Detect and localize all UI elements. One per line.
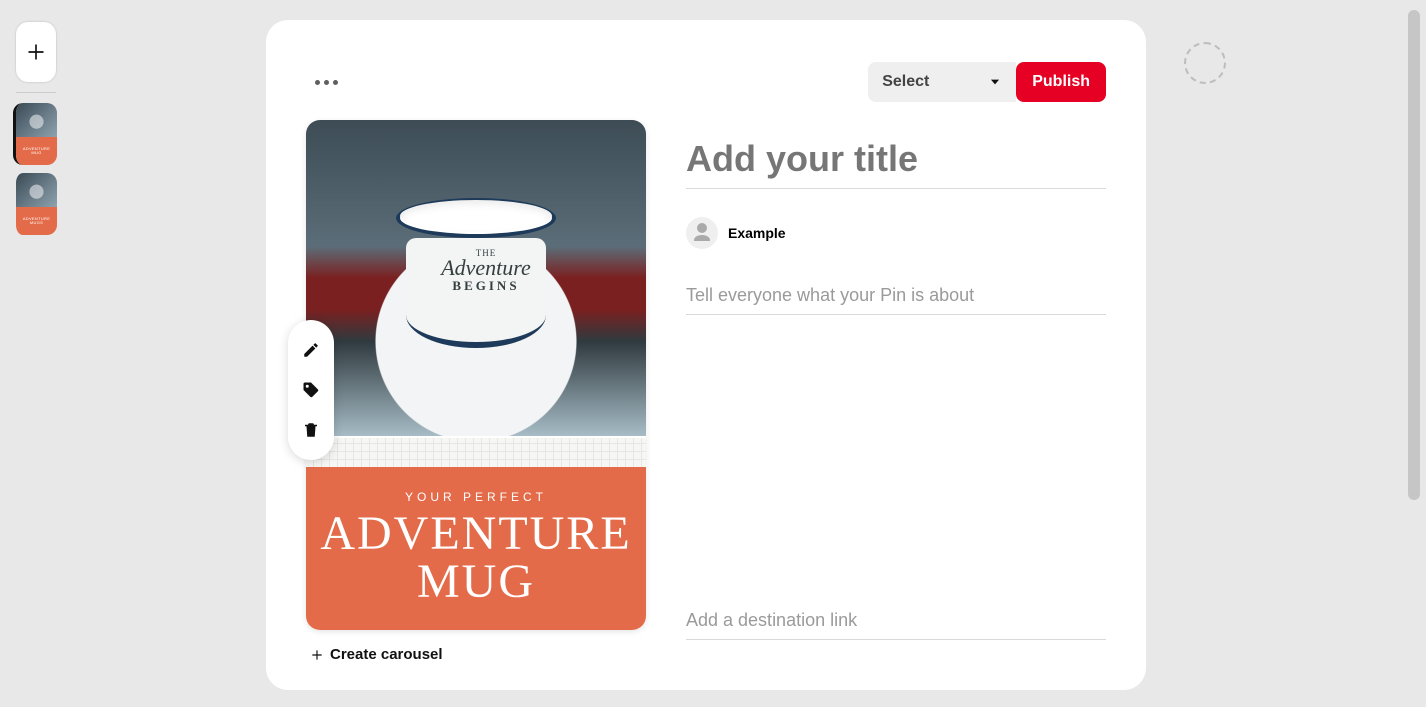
form-column: Example [686, 120, 1106, 670]
pin-builder-app: ADVENTURE MUG ADVENTURE MUGS [0, 0, 1426, 707]
pin-thumbnails: ADVENTURE MUG ADVENTURE MUGS [16, 103, 57, 235]
title-input[interactable] [686, 130, 1106, 189]
pin-kicker: YOUR PERFECT [405, 490, 547, 504]
mug-text-adventure: Adventure [426, 258, 546, 278]
mug-text-begins: BEGINS [426, 278, 546, 294]
divider [16, 92, 56, 93]
plus-icon [26, 42, 46, 62]
pin-thumbnail[interactable]: ADVENTURE MUGS [13, 173, 57, 235]
author-row: Example [686, 217, 1106, 249]
create-carousel-button[interactable]: Create carousel [306, 646, 646, 663]
torn-paper-divider [306, 436, 646, 467]
avatar[interactable] [686, 217, 718, 249]
pin-preview[interactable]: THE Adventure BEGINS YOUR PERFECT ADVENT… [306, 120, 646, 630]
pin-title-line1: ADVENTURE [320, 510, 631, 558]
dots-icon [315, 80, 320, 85]
preview-column: THE Adventure BEGINS YOUR PERFECT ADVENT… [306, 120, 646, 670]
board-select[interactable]: Select [868, 62, 1016, 102]
person-icon [690, 221, 714, 245]
mug-illustration: THE Adventure BEGINS [386, 198, 566, 358]
tag-icon [302, 381, 320, 399]
board-select-label: Select [882, 73, 929, 91]
card-body: THE Adventure BEGINS YOUR PERFECT ADVENT… [306, 120, 1106, 670]
edit-image-button[interactable] [288, 330, 334, 370]
header-actions: Select Publish [868, 62, 1106, 102]
plus-icon [310, 648, 324, 662]
left-rail: ADVENTURE MUG ADVENTURE MUGS [0, 0, 70, 707]
publish-button[interactable]: Publish [1016, 62, 1106, 102]
author-name: Example [728, 225, 786, 241]
create-carousel-label: Create carousel [330, 646, 443, 663]
scrollbar[interactable] [1408, 10, 1420, 500]
pin-thumbnail[interactable]: ADVENTURE MUG [13, 103, 57, 165]
preview-tools [288, 320, 334, 460]
trash-icon [302, 421, 320, 439]
pin-title-line2: MUG [417, 558, 535, 606]
pencil-icon [302, 341, 320, 359]
description-input[interactable] [686, 277, 1106, 315]
tag-products-button[interactable] [288, 370, 334, 410]
chevron-down-icon [988, 75, 1002, 89]
add-pin-button[interactable] [16, 22, 56, 82]
thumb-sub: MUG [16, 151, 57, 155]
destination-link-input[interactable] [686, 602, 1106, 640]
delete-image-button[interactable] [288, 410, 334, 450]
help-button[interactable] [1184, 42, 1226, 84]
more-options-button[interactable] [306, 62, 346, 102]
pin-photo: THE Adventure BEGINS [306, 120, 646, 436]
pin-editor-card: Select Publish THE [266, 20, 1146, 690]
pin-caption: YOUR PERFECT ADVENTURE MUG [306, 467, 646, 630]
thumb-sub: MUGS [16, 221, 57, 225]
card-header: Select Publish [306, 60, 1106, 104]
